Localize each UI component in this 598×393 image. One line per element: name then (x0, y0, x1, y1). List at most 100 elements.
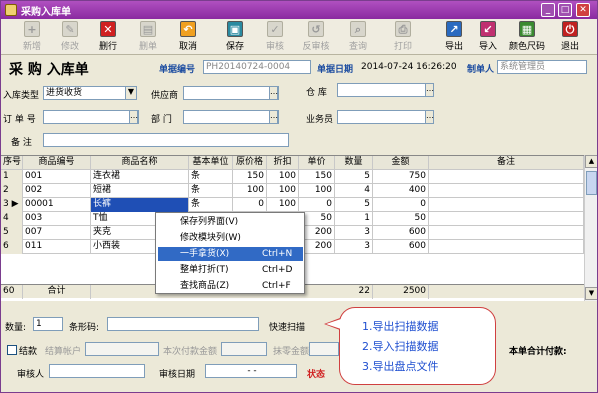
clerk-browse-icon[interactable]: … (425, 110, 434, 124)
import-button[interactable]: ↙ 导入 (473, 21, 503, 53)
cell-amount[interactable]: 600 (373, 240, 429, 254)
approve-button[interactable]: ✓ 审核 (258, 21, 292, 53)
cancel-button[interactable]: ↶ 取消 (171, 21, 205, 53)
supplier-browse-icon[interactable]: … (269, 86, 278, 100)
cell-orig-price[interactable]: 150 (233, 170, 267, 184)
col-header[interactable]: 备注 (429, 156, 584, 170)
col-header[interactable]: 单价 (299, 156, 335, 170)
col-header[interactable]: 序号 (1, 156, 23, 170)
menu-item-edit-module-columns[interactable]: 修改模块列(W) (158, 231, 303, 245)
col-header[interactable]: 原价格 (233, 156, 267, 170)
clerk-field[interactable] (337, 110, 433, 124)
order-browse-icon[interactable]: … (129, 110, 138, 124)
cell-code[interactable]: 001 (23, 170, 91, 184)
cell-code[interactable]: 00001 (23, 198, 91, 212)
scroll-down-icon[interactable]: ▼ (585, 287, 597, 300)
maker-field[interactable]: 系统管理员 (497, 60, 587, 74)
exit-button[interactable]: ⏻ 退出 (555, 21, 585, 53)
col-header[interactable]: 数量 (335, 156, 373, 170)
search-button[interactable]: ⌕ 查询 (341, 21, 375, 53)
close-button[interactable]: ✕ (576, 3, 590, 17)
cell-unit[interactable]: 条 (189, 198, 233, 212)
chevron-down-icon[interactable]: ▼ (125, 86, 137, 100)
cell-amount[interactable]: 0 (373, 198, 429, 212)
warehouse-field[interactable] (337, 83, 433, 97)
export-button[interactable]: ↗ 导出 (439, 21, 469, 53)
cell-note[interactable] (429, 170, 584, 184)
cell-qty[interactable]: 1 (335, 212, 373, 226)
order-field[interactable] (43, 110, 139, 124)
cell-code[interactable]: 003 (23, 212, 91, 226)
cell-code[interactable]: 011 (23, 240, 91, 254)
cell-note[interactable] (429, 226, 584, 240)
cell-note[interactable] (429, 212, 584, 226)
doc-date-value[interactable]: 2014-07-24 16:26:20 (361, 62, 457, 72)
cell-name[interactable]: 连衣裙 (91, 170, 189, 184)
cell-code[interactable]: 007 (23, 226, 91, 240)
unapprove-button[interactable]: ↺ 反审核 (297, 21, 335, 53)
cell-price[interactable]: 0 (299, 198, 335, 212)
cell-amount[interactable]: 50 (373, 212, 429, 226)
cell-unit[interactable]: 条 (189, 170, 233, 184)
warehouse-browse-icon[interactable]: … (425, 83, 434, 97)
minimize-button[interactable]: _ (541, 3, 555, 17)
col-header[interactable]: 商品编号 (23, 156, 91, 170)
cell-amount[interactable]: 400 (373, 184, 429, 198)
cell-discount[interactable]: 100 (267, 170, 299, 184)
new-button[interactable]: + 新增 (15, 21, 49, 53)
cell-unit[interactable]: 条 (189, 184, 233, 198)
cell-note[interactable] (429, 198, 584, 212)
account-field[interactable] (85, 342, 159, 356)
remark-field[interactable] (43, 133, 289, 147)
print-button[interactable]: ⎙ 打印 (383, 21, 423, 53)
supplier-field[interactable] (183, 86, 279, 100)
menu-item-find-product[interactable]: 查找商品(Z) Ctrl+F (158, 279, 303, 293)
type-select[interactable]: 进货收货 (43, 86, 137, 100)
cell-qty[interactable]: 3 (335, 240, 373, 254)
auditor-field[interactable] (49, 364, 145, 378)
edit-button[interactable]: ✎ 修改 (53, 21, 87, 53)
menu-item-order-discount[interactable]: 整单打折(T) Ctrl+D (158, 263, 303, 277)
qty-input[interactable]: 1 (33, 317, 63, 331)
table-row[interactable]: 2 002 短裙 条 100 100 100 4 400 (1, 184, 584, 198)
cell-code[interactable]: 002 (23, 184, 91, 198)
dept-field[interactable] (183, 110, 279, 124)
col-header[interactable]: 金额 (373, 156, 429, 170)
audit-date-field[interactable]: - - (205, 364, 297, 378)
menu-item-quick-pick[interactable]: 一手拿货(X) Ctrl+N (158, 247, 303, 261)
cell-price[interactable]: 150 (299, 170, 335, 184)
cell-qty[interactable]: 5 (335, 170, 373, 184)
col-header[interactable]: 基本单位 (189, 156, 233, 170)
paid-field[interactable] (221, 342, 267, 356)
cell-name[interactable]: 短裙 (91, 184, 189, 198)
col-header[interactable]: 商品名称 (91, 156, 189, 170)
dept-browse-icon[interactable]: … (269, 110, 278, 124)
grid-scrollbar[interactable]: ▲ ▼ (584, 155, 597, 301)
cell-qty[interactable]: 3 (335, 226, 373, 240)
discount-field[interactable] (309, 342, 339, 356)
cell-name-selected[interactable]: 长裤 (91, 198, 189, 212)
cell-orig-price[interactable]: 100 (233, 184, 267, 198)
scroll-thumb[interactable] (586, 171, 597, 195)
cell-qty[interactable]: 4 (335, 184, 373, 198)
delete-row-button[interactable]: ✕ 删行 (91, 21, 125, 53)
cell-amount[interactable]: 600 (373, 226, 429, 240)
cell-qty[interactable]: 5 (335, 198, 373, 212)
cell-note[interactable] (429, 240, 584, 254)
quick-scan-button[interactable]: 快速扫描 (269, 320, 305, 333)
scroll-up-icon[interactable]: ▲ (585, 155, 597, 168)
settle-checkbox[interactable] (7, 345, 17, 355)
col-header[interactable]: 折扣 (267, 156, 299, 170)
cell-note[interactable] (429, 184, 584, 198)
delete-doc-button[interactable]: ▤ 删单 (131, 21, 165, 53)
cell-orig-price[interactable]: 0 (233, 198, 267, 212)
maximize-button[interactable]: □ (558, 3, 572, 17)
table-row[interactable]: 3 ▶ 00001 长裤 条 0 100 0 5 0 (1, 198, 584, 212)
cell-amount[interactable]: 750 (373, 170, 429, 184)
cell-price[interactable]: 100 (299, 184, 335, 198)
table-row[interactable]: 1 001 连衣裙 条 150 100 150 5 750 (1, 170, 584, 184)
menu-item-save-columns[interactable]: 保存列界面(V) (158, 215, 303, 229)
save-button[interactable]: ▣ 保存 (218, 21, 252, 53)
cell-discount[interactable]: 100 (267, 184, 299, 198)
cell-discount[interactable]: 100 (267, 198, 299, 212)
